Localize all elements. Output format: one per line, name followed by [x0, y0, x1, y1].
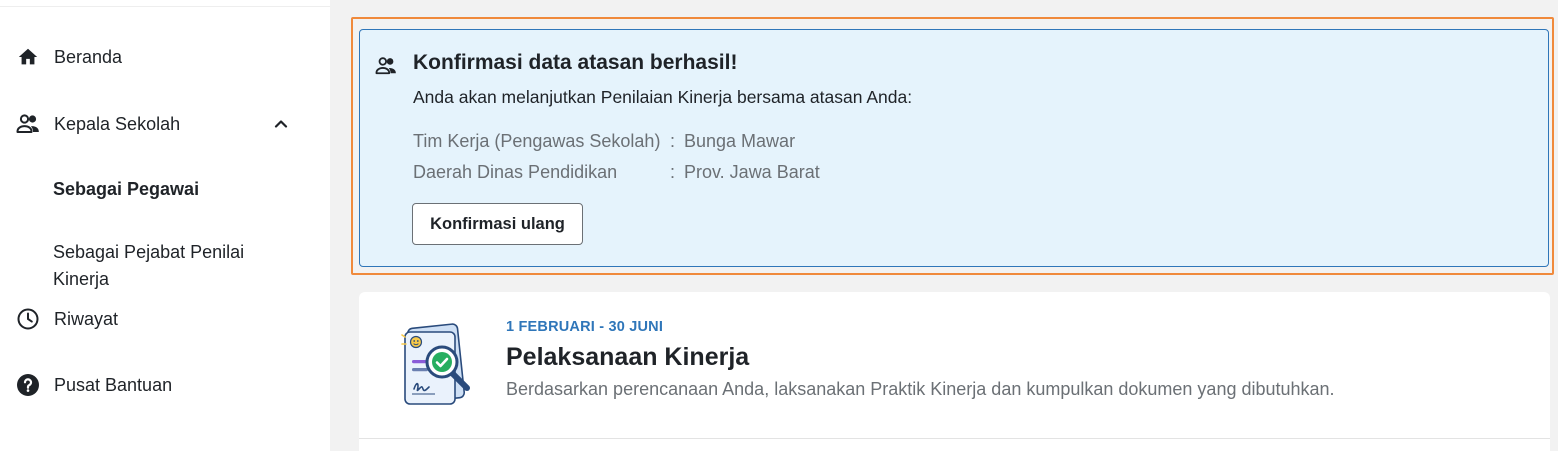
confirmation-subtitle: Anda akan melanjutkan Penilaian Kinerja … [413, 87, 913, 107]
app-root: Beranda Kepala Sekolah Sebagai Pegawai S… [0, 0, 1558, 451]
home-icon [16, 45, 40, 69]
detail-separator: : [670, 162, 676, 182]
sidebar-item-label: Kepala Sekolah [54, 114, 181, 134]
detail-separator: : [670, 131, 676, 151]
sidebar: Beranda Kepala Sekolah Sebagai Pegawai S… [0, 0, 330, 451]
sidebar-item-kepala-sekolah[interactable]: Kepala Sekolah [0, 112, 330, 136]
sidebar-subitem-sebagai-pejabat-penilai-kinerja[interactable]: Sebagai Pejabat Penilai Kinerja [53, 239, 283, 293]
detail-label: Daerah Dinas Pendidikan [413, 162, 618, 182]
people-icon [16, 112, 40, 136]
reconfirm-button[interactable]: Konfirmasi ulang [412, 203, 583, 245]
sidebar-item-pusat-bantuan[interactable]: Pusat Bantuan [0, 373, 330, 397]
top-divider [0, 6, 330, 7]
chevron-up-icon[interactable] [270, 113, 292, 135]
sidebar-item-label: Riwayat [54, 309, 119, 329]
detail-value: Prov. Jawa Barat [684, 162, 820, 182]
phase-title: Pelaksanaan Kinerja [506, 343, 750, 371]
sidebar-item-beranda[interactable]: Beranda [0, 45, 330, 69]
sidebar-item-label: Beranda [54, 47, 123, 67]
phase-description: Berdasarkan perencanaan Anda, laksanakan… [506, 379, 1335, 399]
divider [359, 438, 1550, 439]
phase-card[interactable]: 1 FEBRUARI - 30 JUNI Pelaksanaan Kinerja… [359, 292, 1550, 451]
main-content: Konfirmasi data atasan berhasil! Anda ak… [330, 0, 1558, 451]
detail-label: Tim Kerja (Pengawas Sekolah) [413, 131, 661, 151]
phase-date-range: 1 FEBRUARI - 30 JUNI [506, 319, 664, 335]
people-icon [373, 54, 399, 78]
sidebar-item-riwayat[interactable]: Riwayat [0, 307, 330, 331]
detail-value: Bunga Mawar [684, 131, 796, 151]
confirmation-title: Konfirmasi data atasan berhasil! [413, 51, 738, 74]
sidebar-item-label: Pusat Bantuan [54, 375, 173, 395]
document-check-icon [397, 320, 477, 410]
confirmation-alert: Konfirmasi data atasan berhasil! Anda ak… [359, 29, 1549, 267]
clock-icon [16, 307, 40, 331]
help-icon [16, 373, 40, 397]
sidebar-subitem-sebagai-pegawai[interactable]: Sebagai Pegawai [53, 176, 199, 203]
